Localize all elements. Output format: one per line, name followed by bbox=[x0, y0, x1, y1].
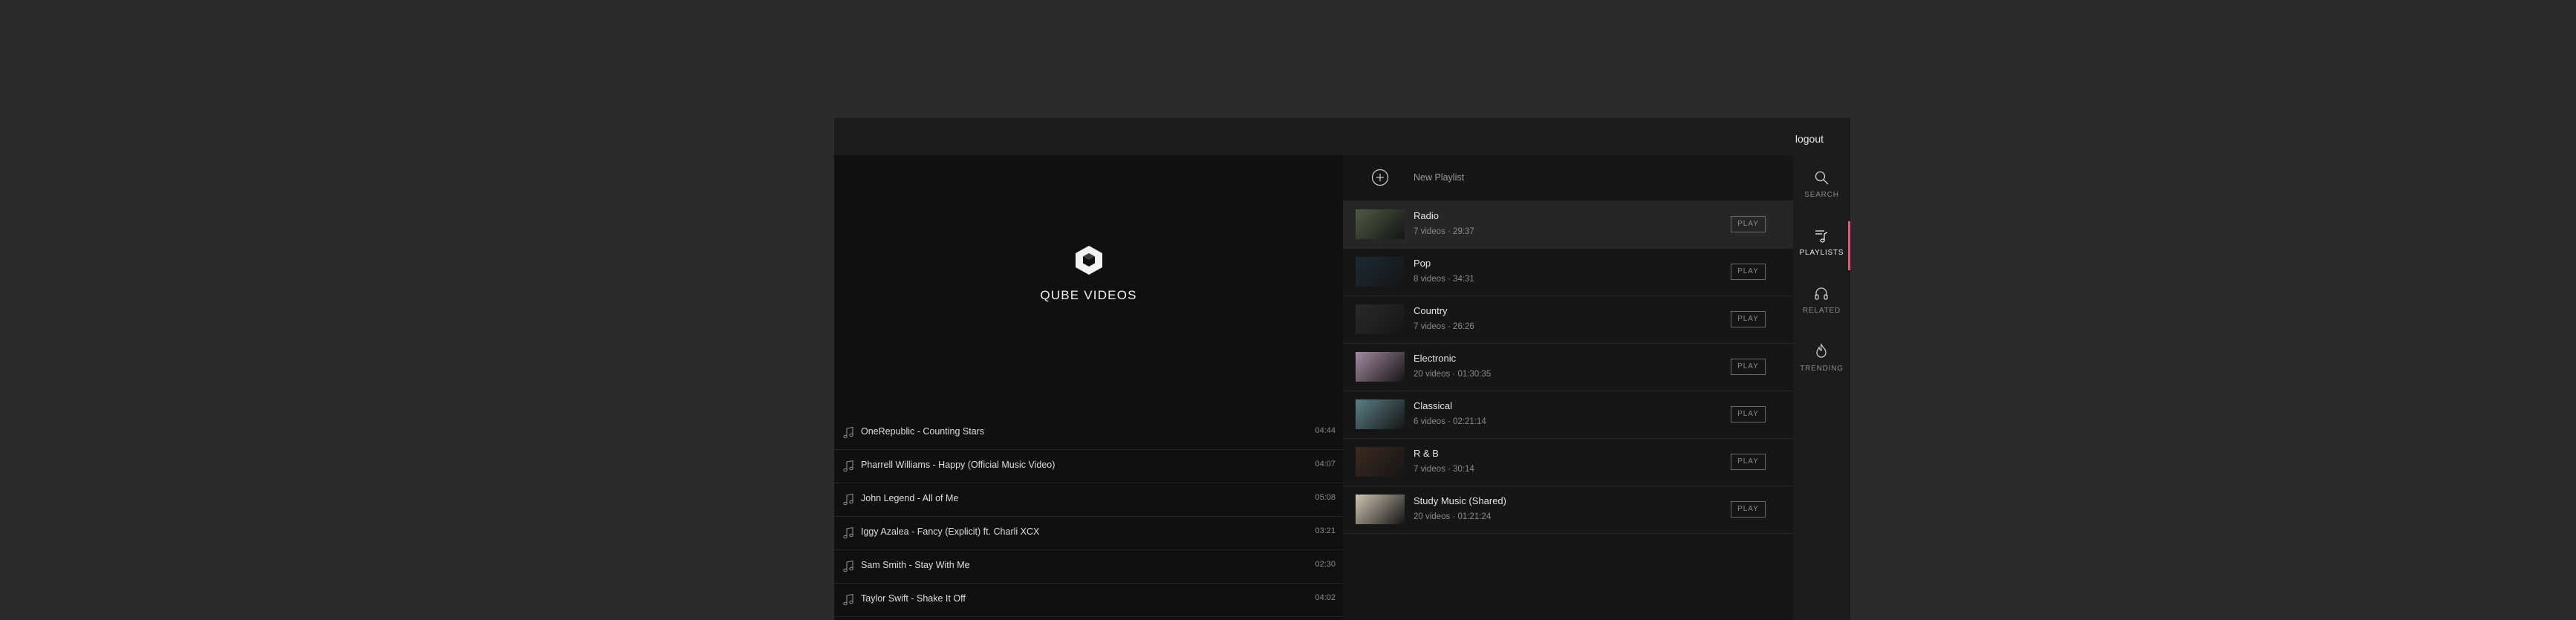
playlist-meta: 7 videos · 30:14 bbox=[1414, 465, 1474, 474]
queue-track[interactable]: Maroon 5 - Animals04:41 bbox=[834, 617, 1343, 620]
music-note-icon bbox=[843, 560, 853, 572]
logout-link[interactable]: logout bbox=[1795, 133, 1824, 145]
play-button[interactable]: PLAY bbox=[1731, 454, 1766, 470]
playlist-thumbnail bbox=[1356, 209, 1405, 239]
qube-logo-icon bbox=[1075, 246, 1102, 275]
video-player-panel: QUBE VIDEOS OneRepublic - Counting Stars… bbox=[834, 155, 1343, 620]
playlist-row[interactable]: Country 7 videos · 26:26 PLAY bbox=[1343, 296, 1793, 344]
new-playlist-label: New Playlist bbox=[1414, 172, 1465, 183]
nav-label: SEARCH bbox=[1804, 191, 1839, 199]
app-window: logout QUBE VIDEOS OneRepublic - Countin… bbox=[834, 118, 1850, 620]
nav-label: TRENDING bbox=[1800, 365, 1844, 373]
queue-track[interactable]: Iggy Azalea - Fancy (Explicit) ft. Charl… bbox=[834, 517, 1343, 550]
nav-trending[interactable]: TRENDING bbox=[1793, 339, 1850, 384]
playlist-thumbnail bbox=[1356, 352, 1405, 382]
playlist-row[interactable]: Pop 8 videos · 34:31 PLAY bbox=[1343, 249, 1793, 296]
playlist-name: R & B bbox=[1414, 448, 1439, 459]
playlist-row[interactable]: Classical 6 videos · 02:21:14 PLAY bbox=[1343, 391, 1793, 439]
playlist-thumbnail bbox=[1356, 447, 1405, 477]
playlist-name: Country bbox=[1414, 305, 1448, 316]
track-duration: 02:30 bbox=[1315, 560, 1336, 569]
track-title: OneRepublic - Counting Stars bbox=[861, 426, 985, 437]
playlist-meta: 7 videos · 26:26 bbox=[1414, 322, 1474, 331]
playlist-meta: 8 videos · 34:31 bbox=[1414, 275, 1474, 284]
play-button[interactable]: PLAY bbox=[1731, 406, 1766, 422]
playlist-thumbnail bbox=[1356, 495, 1405, 524]
side-nav: SEARCH PLAYLISTS RELATED TRENDING bbox=[1793, 155, 1850, 620]
playlist-row[interactable]: Radio 7 videos · 29:37 PLAY bbox=[1343, 201, 1793, 249]
queue-track[interactable]: OneRepublic - Counting Stars 04:44 bbox=[834, 417, 1343, 450]
music-note-icon bbox=[843, 426, 853, 439]
music-note-icon bbox=[843, 493, 853, 506]
play-button[interactable]: PLAY bbox=[1731, 264, 1766, 280]
playlist-name: Study Music (Shared) bbox=[1414, 495, 1506, 506]
nav-label: RELATED bbox=[1803, 307, 1841, 315]
playlist-name: Classical bbox=[1414, 400, 1453, 411]
playlist-thumbnail bbox=[1356, 304, 1405, 334]
add-circle-icon bbox=[1371, 169, 1389, 186]
track-title: Taylor Swift - Shake It Off bbox=[861, 593, 966, 604]
track-title: John Legend - All of Me bbox=[861, 493, 959, 503]
new-playlist-button[interactable]: New Playlist bbox=[1343, 155, 1793, 201]
playlist-name: Radio bbox=[1414, 210, 1439, 221]
playlist-row[interactable]: Electronic 20 videos · 01:30:35 PLAY bbox=[1343, 344, 1793, 391]
track-title: Pharrell Williams - Happy (Official Musi… bbox=[861, 460, 1056, 470]
top-bar: logout bbox=[834, 118, 1850, 155]
play-button[interactable]: PLAY bbox=[1731, 216, 1766, 232]
playlist-meta: 20 videos · 01:21:24 bbox=[1414, 512, 1492, 521]
nav-search[interactable]: SEARCH bbox=[1793, 166, 1850, 210]
playlist-icon bbox=[1815, 230, 1828, 243]
playlist-meta: 20 videos · 01:30:35 bbox=[1414, 370, 1492, 379]
track-duration: 04:02 bbox=[1315, 593, 1336, 602]
playlist-row[interactable]: Study Music (Shared) 20 videos · 01:21:24… bbox=[1343, 486, 1793, 534]
brand: QUBE VIDEOS bbox=[834, 244, 1343, 303]
headphones-icon bbox=[1815, 287, 1828, 300]
nav-playlists[interactable]: PLAYLISTS bbox=[1793, 223, 1850, 268]
playlist-list: Radio 7 videos · 29:37 PLAY Pop 8 videos · 3… bbox=[1343, 201, 1793, 534]
queue-track[interactable]: John Legend - All of Me 05:08 bbox=[834, 483, 1343, 517]
playlist-row[interactable]: R & B 7 videos · 30:14 PLAY bbox=[1343, 439, 1793, 486]
search-icon bbox=[1815, 171, 1829, 185]
video-queue: OneRepublic - Counting Stars 04:44 Pharrel… bbox=[834, 417, 1343, 620]
track-duration: 04:44 bbox=[1315, 426, 1336, 435]
queue-track[interactable]: Pharrell Williams - Happy (Official Musi… bbox=[834, 450, 1343, 483]
track-duration: 05:08 bbox=[1315, 493, 1336, 502]
queue-track[interactable]: Taylor Swift - Shake It Off 04:02 bbox=[834, 584, 1343, 617]
music-note-icon bbox=[843, 460, 853, 472]
playlist-thumbnail bbox=[1356, 399, 1405, 429]
track-duration: 03:21 bbox=[1315, 526, 1336, 535]
playlist-name: Electronic bbox=[1414, 353, 1457, 364]
track-duration: 04:07 bbox=[1315, 460, 1336, 469]
brand-name: QUBE VIDEOS bbox=[1040, 288, 1137, 302]
track-title: Iggy Azalea - Fancy (Explicit) ft. Charl… bbox=[861, 526, 1040, 537]
playlist-meta: 6 videos · 02:21:14 bbox=[1414, 417, 1486, 426]
nav-related[interactable]: RELATED bbox=[1793, 281, 1850, 326]
playlist-thumbnail bbox=[1356, 257, 1405, 287]
flame-icon bbox=[1816, 343, 1827, 358]
play-button[interactable]: PLAY bbox=[1731, 501, 1766, 518]
play-button[interactable]: PLAY bbox=[1731, 311, 1766, 327]
playlist-name: Pop bbox=[1414, 258, 1431, 269]
queue-track[interactable]: Sam Smith - Stay With Me 02:30 bbox=[834, 550, 1343, 584]
nav-label: PLAYLISTS bbox=[1799, 249, 1844, 257]
play-button[interactable]: PLAY bbox=[1731, 359, 1766, 375]
music-note-icon bbox=[843, 526, 853, 539]
music-note-icon bbox=[843, 593, 853, 606]
playlists-panel: New Playlist Radio 7 videos · 29:37 PLAY Po… bbox=[1343, 155, 1793, 620]
track-title: Sam Smith - Stay With Me bbox=[861, 560, 970, 570]
playlist-meta: 7 videos · 29:37 bbox=[1414, 227, 1474, 236]
